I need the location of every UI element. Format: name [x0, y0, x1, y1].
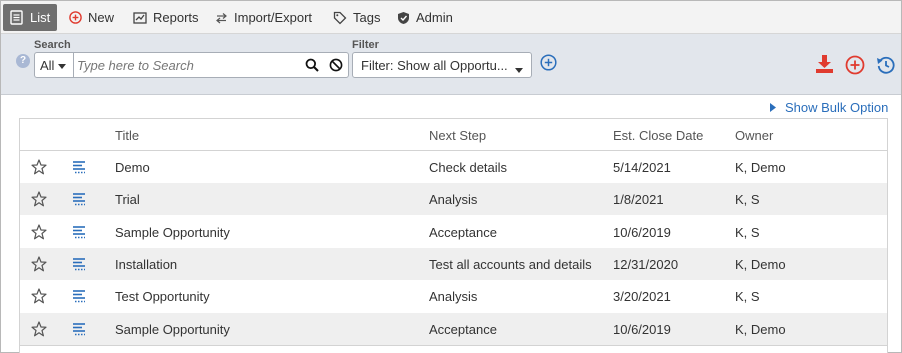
- show-bulk-option-label: Show Bulk Option: [785, 100, 889, 115]
- column-header-next-step[interactable]: Next Step: [429, 128, 486, 143]
- cell-close-date: 12/31/2020: [613, 256, 679, 272]
- search-input[interactable]: [77, 56, 297, 74]
- add-record-icon[interactable]: [845, 55, 865, 78]
- menu-reports-label: Reports: [153, 10, 199, 25]
- add-filter-icon[interactable]: [540, 54, 557, 74]
- cell-title[interactable]: Sample Opportunity: [115, 322, 230, 337]
- details-icon[interactable]: [72, 192, 86, 209]
- cell-next-step: Analysis: [429, 289, 478, 305]
- menu-tags-label: Tags: [353, 10, 381, 25]
- cell-close-date: 3/20/2021: [613, 289, 671, 305]
- table-row[interactable]: Installation Test all accounts and detai…: [20, 247, 887, 280]
- plus-circle-icon: [69, 11, 82, 24]
- cell-owner: K, S: [735, 192, 760, 208]
- cell-close-date: 10/6/2019: [613, 224, 671, 240]
- cell-next-step: Analysis: [429, 192, 478, 208]
- menu-import-export-label: Import/Export: [234, 10, 313, 25]
- reports-icon: [133, 11, 147, 24]
- column-header-title[interactable]: Title: [115, 128, 139, 143]
- clear-search-icon[interactable]: [328, 57, 344, 73]
- column-header-owner[interactable]: Owner: [735, 128, 773, 143]
- star-icon[interactable]: [31, 256, 47, 275]
- list-icon: [10, 10, 24, 25]
- cell-owner: K, S: [735, 224, 760, 240]
- filter-label: Filter: [352, 39, 379, 51]
- cell-title[interactable]: Demo: [115, 160, 150, 175]
- column-header-close-date[interactable]: Est. Close Date: [613, 128, 703, 143]
- filter-value: Filter: Show all Opportu...: [361, 57, 508, 73]
- help-icon[interactable]: ?: [16, 54, 30, 68]
- menu-new-button[interactable]: New: [62, 4, 121, 31]
- menu-list-label: List: [30, 10, 51, 25]
- swap-arrows-icon: [215, 12, 228, 24]
- cell-title[interactable]: Installation: [115, 257, 177, 272]
- opportunity-grid: Title Next Step Est. Close Date Owner De…: [19, 118, 888, 353]
- details-icon[interactable]: [72, 322, 86, 339]
- cell-owner: K, Demo: [735, 256, 786, 272]
- search-scope-value: All: [40, 57, 55, 73]
- star-icon[interactable]: [31, 223, 47, 243]
- cell-owner: K, Demo: [735, 321, 786, 337]
- menu-admin-label: Admin: [416, 10, 453, 25]
- filter-dropdown[interactable]: Filter: Show all Opportu...: [352, 52, 532, 78]
- table-row[interactable]: Trial Analysis 1/8/2021 K, S: [20, 183, 887, 216]
- search-label: Search: [34, 39, 71, 51]
- cell-owner: K, S: [735, 289, 760, 305]
- caret-down-icon: [58, 58, 67, 73]
- menu-tags-button[interactable]: Tags: [326, 4, 387, 31]
- cell-next-step: Check details: [429, 160, 508, 175]
- table-row[interactable]: Sample Opportunity Acceptance 10/6/2019 …: [20, 312, 887, 345]
- cell-owner: K, Demo: [735, 160, 786, 175]
- cell-next-step: Test all accounts and details: [429, 256, 592, 272]
- cell-next-step: Acceptance: [429, 224, 497, 240]
- table-row[interactable]: Test Opportunity Analysis 3/20/2021 K, S: [20, 280, 887, 312]
- details-icon[interactable]: [72, 160, 86, 177]
- menu-import-export-button[interactable]: Import/Export: [208, 4, 319, 31]
- cell-next-step: Acceptance: [429, 321, 497, 337]
- table-row[interactable]: Demo Check details 5/14/2021 K, Demo: [20, 151, 887, 183]
- caret-down-icon: [515, 62, 523, 77]
- search-box: All: [34, 52, 349, 78]
- star-icon[interactable]: [31, 320, 47, 340]
- cell-title[interactable]: Trial: [115, 192, 140, 207]
- star-icon[interactable]: [31, 288, 47, 307]
- table-bottom-border: [20, 345, 887, 346]
- caret-right-icon: [770, 100, 776, 115]
- table-header: Title Next Step Est. Close Date Owner: [20, 119, 887, 151]
- menu-reports-button[interactable]: Reports: [126, 4, 206, 31]
- history-icon[interactable]: [876, 55, 896, 78]
- search-scope-dropdown[interactable]: All: [35, 53, 74, 77]
- details-icon[interactable]: [72, 257, 86, 274]
- star-icon[interactable]: [31, 191, 47, 210]
- search-toolbar: ? Search All Filter Filter: Show all Opp…: [1, 34, 901, 95]
- menu-list-button[interactable]: List: [3, 4, 58, 31]
- cell-close-date: 5/14/2021: [613, 160, 671, 175]
- details-icon[interactable]: [72, 225, 86, 242]
- top-menu-bar: List New Reports Import/Export Tags Admi…: [1, 1, 901, 34]
- search-icon[interactable]: [304, 57, 320, 73]
- tag-icon: [333, 11, 347, 25]
- menu-admin-button[interactable]: Admin: [390, 4, 460, 31]
- cell-title[interactable]: Test Opportunity: [115, 289, 210, 304]
- table-row[interactable]: Sample Opportunity Acceptance 10/6/2019 …: [20, 216, 887, 248]
- cell-close-date: 10/6/2019: [613, 321, 671, 337]
- menu-new-label: New: [88, 10, 115, 25]
- show-bulk-option-link[interactable]: Show Bulk Option: [770, 100, 888, 115]
- cell-title[interactable]: Sample Opportunity: [115, 225, 230, 240]
- export-download-icon[interactable]: [815, 55, 835, 77]
- shield-check-icon: [397, 11, 410, 25]
- star-icon[interactable]: [31, 159, 47, 178]
- cell-close-date: 1/8/2021: [613, 192, 664, 208]
- details-icon[interactable]: [72, 289, 86, 306]
